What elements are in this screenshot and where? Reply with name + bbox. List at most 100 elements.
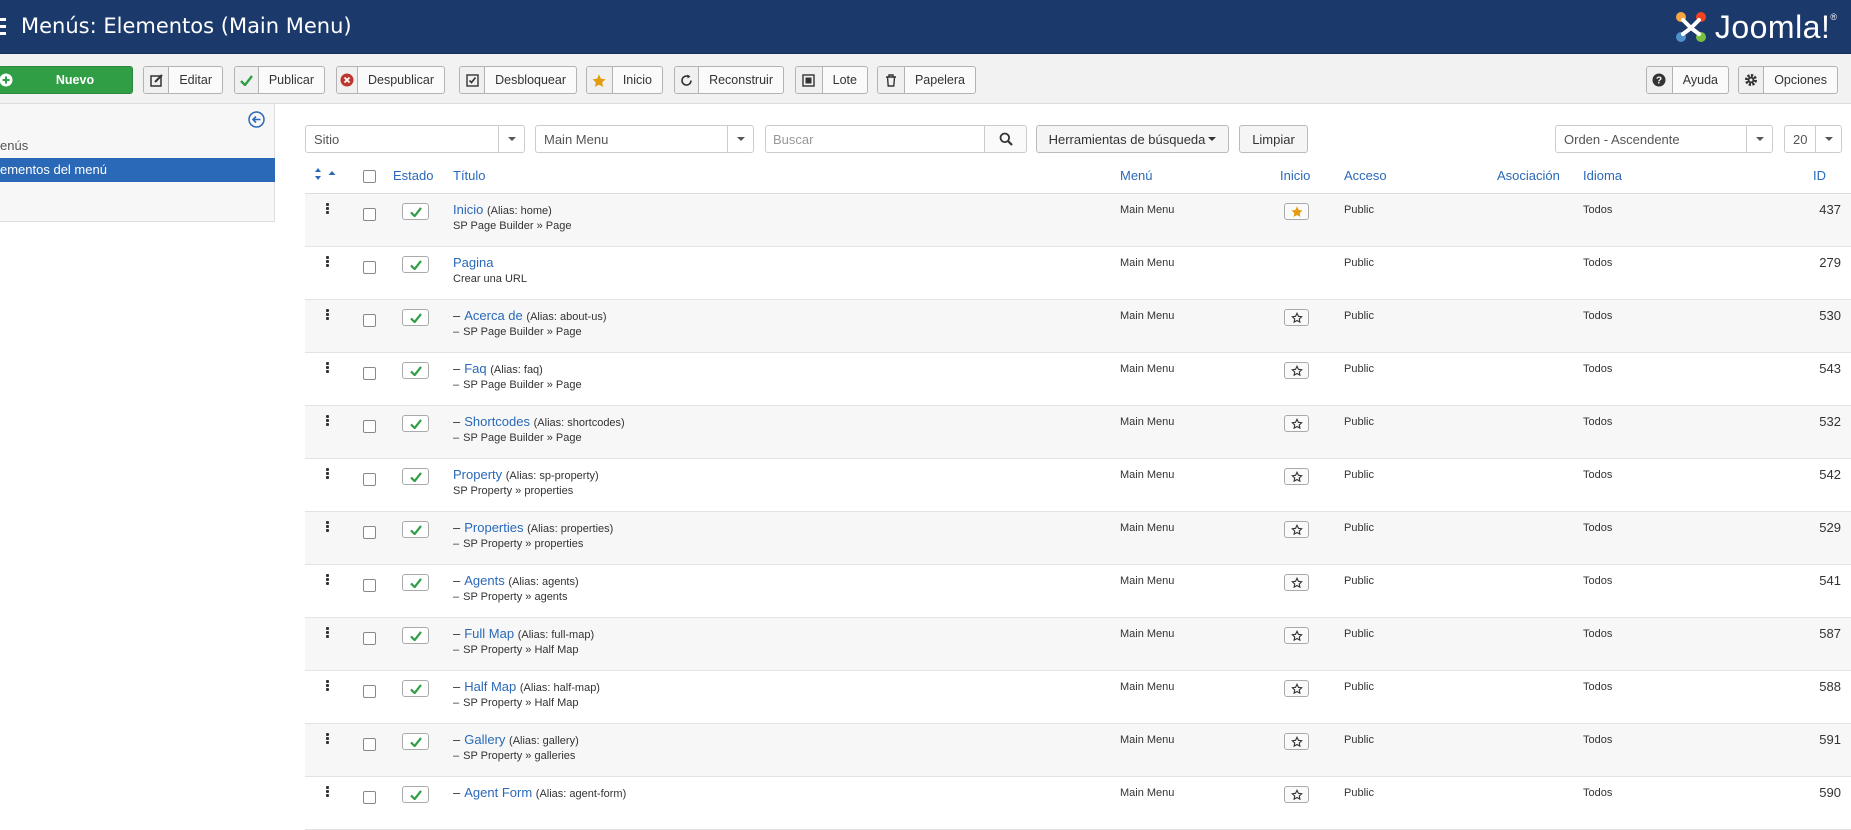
new-button[interactable]: Nuevo: [0, 66, 133, 94]
edit-button[interactable]: Editar: [143, 66, 223, 94]
item-title-link[interactable]: Shortcodes: [464, 414, 530, 429]
item-type-label: SP Property » properties: [453, 485, 574, 497]
title-cell: Property (Alias: sp-property): [453, 467, 599, 482]
set-home-star-icon[interactable]: [1284, 574, 1309, 591]
site-select[interactable]: Sitio: [305, 125, 525, 153]
item-title-link[interactable]: Acerca de: [464, 308, 523, 323]
default-home-star-icon[interactable]: [1284, 203, 1309, 220]
column-home[interactable]: Inicio: [1280, 168, 1310, 183]
unpublish-button[interactable]: Despublicar: [336, 66, 445, 94]
published-toggle[interactable]: [402, 309, 429, 326]
published-toggle[interactable]: [402, 574, 429, 591]
drag-handle-icon[interactable]: [326, 521, 329, 533]
published-toggle[interactable]: [402, 627, 429, 644]
published-toggle[interactable]: [402, 521, 429, 538]
column-association[interactable]: Asociación: [1497, 168, 1560, 183]
drag-handle-icon[interactable]: [326, 574, 329, 586]
published-toggle[interactable]: [402, 362, 429, 379]
item-title-link[interactable]: Properties: [464, 520, 523, 535]
set-home-star-icon[interactable]: [1284, 680, 1309, 697]
table-row: – Half Map (Alias: half-map) – SP Property …: [305, 671, 1851, 724]
trash-button[interactable]: Papelera: [877, 66, 976, 94]
drag-handle-icon[interactable]: [326, 680, 329, 692]
column-title[interactable]: Título: [453, 168, 486, 183]
column-language[interactable]: Idioma: [1583, 168, 1622, 183]
home-button[interactable]: Inicio: [586, 66, 663, 94]
published-toggle[interactable]: [402, 786, 429, 803]
publish-button[interactable]: Publicar: [234, 66, 325, 94]
row-checkbox[interactable]: [363, 738, 376, 751]
column-id[interactable]: ID: [1813, 168, 1826, 183]
level-dash: –: [453, 573, 461, 588]
batch-button[interactable]: Lote: [795, 66, 868, 94]
drag-handle-icon[interactable]: [326, 627, 329, 639]
sidebar-item-menu-items[interactable]: ementos del menú: [0, 158, 275, 182]
clear-button[interactable]: Limpiar: [1239, 125, 1308, 153]
row-checkbox[interactable]: [363, 632, 376, 645]
search-button[interactable]: [984, 125, 1027, 153]
item-title-link[interactable]: Pagina: [453, 255, 493, 270]
menu-cell: Main Menu: [1120, 257, 1175, 269]
drag-handle-icon[interactable]: [326, 362, 329, 374]
help-button[interactable]: ? Ayuda: [1646, 66, 1729, 94]
joomla-logo[interactable]: Joomla! ®: [1671, 8, 1837, 46]
published-toggle[interactable]: [402, 203, 429, 220]
row-checkbox[interactable]: [363, 791, 376, 804]
sidebar-item-menus[interactable]: enús: [0, 138, 28, 153]
set-home-star-icon[interactable]: [1284, 309, 1309, 326]
item-title-link[interactable]: Full Map: [464, 626, 514, 641]
published-toggle[interactable]: [402, 415, 429, 432]
set-home-star-icon[interactable]: [1284, 415, 1309, 432]
sidebar-collapse-icon[interactable]: [248, 111, 265, 131]
row-checkbox[interactable]: [363, 367, 376, 380]
drag-handle-icon[interactable]: [326, 733, 329, 745]
row-checkbox[interactable]: [363, 685, 376, 698]
options-button[interactable]: Opciones: [1738, 66, 1838, 94]
column-access[interactable]: Acceso: [1344, 168, 1387, 183]
item-title-link[interactable]: Agents: [464, 573, 504, 588]
menu-toggle-icon[interactable]: [0, 18, 6, 36]
published-toggle[interactable]: [402, 468, 429, 485]
published-toggle[interactable]: [402, 256, 429, 273]
search-tools-button[interactable]: Herramientas de búsqueda: [1036, 125, 1229, 153]
menu-select[interactable]: Main Menu: [535, 125, 754, 153]
row-checkbox[interactable]: [363, 526, 376, 539]
item-title-link[interactable]: Agent Form: [464, 785, 532, 800]
published-toggle[interactable]: [402, 680, 429, 697]
row-checkbox[interactable]: [363, 579, 376, 592]
set-home-star-icon[interactable]: [1284, 733, 1309, 750]
item-alias: (Alias: full-map): [517, 629, 595, 641]
ordering-sort-icon[interactable]: [315, 167, 339, 184]
drag-handle-icon[interactable]: [326, 786, 329, 798]
row-checkbox[interactable]: [363, 420, 376, 433]
drag-handle-icon[interactable]: [326, 415, 329, 427]
item-title-link[interactable]: Gallery: [464, 732, 505, 747]
published-toggle[interactable]: [402, 733, 429, 750]
item-title-link[interactable]: Half Map: [464, 679, 516, 694]
item-title-link[interactable]: Faq: [464, 361, 486, 376]
search-input[interactable]: [765, 125, 985, 153]
drag-handle-icon[interactable]: [326, 468, 329, 480]
set-home-star-icon[interactable]: [1284, 786, 1309, 803]
drag-handle-icon[interactable]: [326, 203, 329, 215]
drag-handle-icon[interactable]: [326, 309, 329, 321]
set-home-star-icon[interactable]: [1284, 362, 1309, 379]
drag-handle-icon[interactable]: [326, 256, 329, 268]
limit-select[interactable]: 20: [1784, 125, 1842, 153]
rebuild-button[interactable]: Reconstruir: [674, 66, 784, 94]
item-title-link[interactable]: Inicio: [453, 202, 483, 217]
item-title-link[interactable]: Property: [453, 467, 502, 482]
check-all-checkbox[interactable]: [363, 170, 376, 183]
row-checkbox[interactable]: [363, 261, 376, 274]
unlock-button[interactable]: Desbloquear: [459, 66, 577, 94]
set-home-star-icon[interactable]: [1284, 468, 1309, 485]
set-home-star-icon[interactable]: [1284, 627, 1309, 644]
column-status[interactable]: Estado: [393, 168, 433, 183]
title-cell: – Half Map (Alias: half-map): [453, 679, 600, 694]
column-menu[interactable]: Menú: [1120, 168, 1153, 183]
order-select[interactable]: Orden - Ascendente: [1555, 125, 1773, 153]
row-checkbox[interactable]: [363, 314, 376, 327]
set-home-star-icon[interactable]: [1284, 521, 1309, 538]
row-checkbox[interactable]: [363, 473, 376, 486]
row-checkbox[interactable]: [363, 208, 376, 221]
